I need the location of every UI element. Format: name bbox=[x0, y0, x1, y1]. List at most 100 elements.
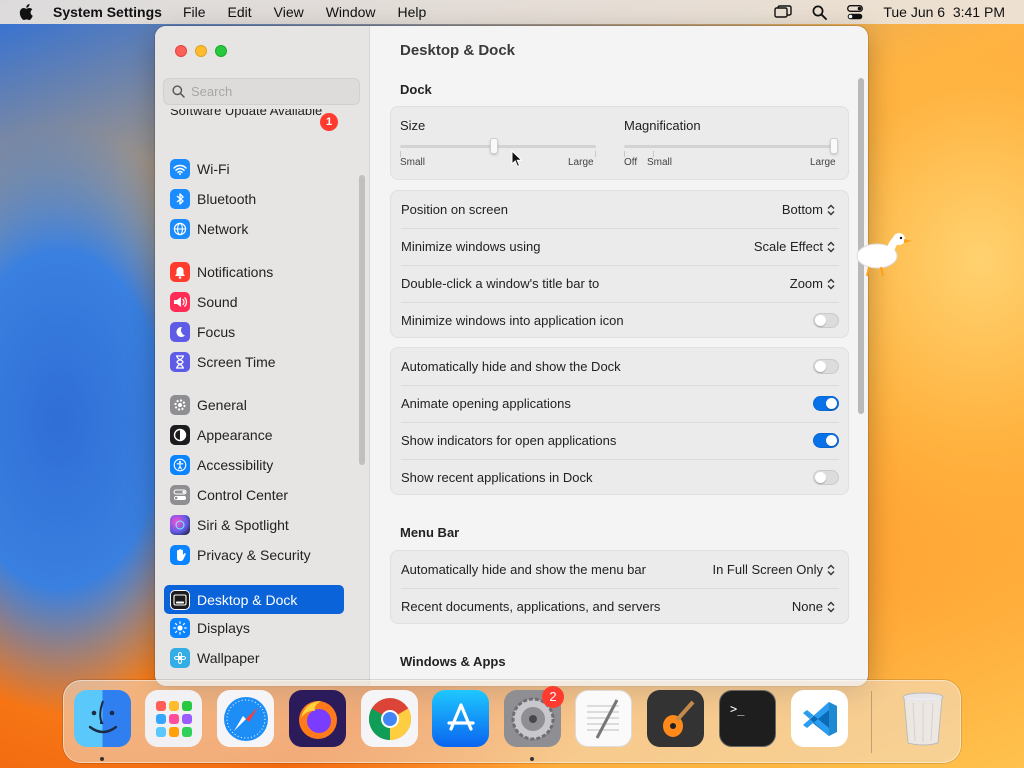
menu-edit[interactable]: Edit bbox=[228, 4, 252, 20]
chrome-icon[interactable] bbox=[361, 690, 418, 747]
trash-icon[interactable] bbox=[894, 690, 951, 747]
search-field[interactable] bbox=[163, 78, 360, 105]
safari-icon[interactable] bbox=[217, 690, 274, 747]
sidebar-item-appearance[interactable]: Appearance bbox=[164, 422, 344, 448]
auto-hide-dock-toggle[interactable] bbox=[813, 359, 839, 374]
gear-icon bbox=[170, 395, 190, 415]
menu-view[interactable]: View bbox=[274, 4, 304, 20]
size-slider[interactable] bbox=[400, 137, 596, 157]
software-update-badge: 1 bbox=[320, 113, 338, 131]
dock-behavior-group: Position on screen Bottom Minimize windo… bbox=[390, 190, 849, 338]
sidebar-item-general[interactable]: General bbox=[164, 392, 344, 418]
sidebar-item-notifications[interactable]: Notifications bbox=[164, 259, 344, 285]
section-title-dock: Dock bbox=[400, 82, 432, 97]
minimize-button[interactable] bbox=[195, 45, 207, 57]
sidebar-item-displays[interactable]: Displays bbox=[164, 615, 344, 641]
menu-window[interactable]: Window bbox=[326, 4, 376, 20]
terminal-icon[interactable]: >_ bbox=[719, 690, 776, 747]
magnification-slider-knob[interactable] bbox=[830, 138, 838, 154]
size-slider-knob[interactable] bbox=[490, 138, 499, 154]
minimize-into-icon-toggle[interactable] bbox=[813, 313, 839, 328]
auto-hide-menubar-row: Automatically hide and show the menu bar… bbox=[401, 551, 839, 588]
show-indicators-row: Show indicators for open applications bbox=[401, 422, 839, 459]
minimize-using-popup[interactable]: Scale Effect bbox=[754, 228, 835, 265]
launchpad-icon[interactable] bbox=[145, 690, 202, 747]
sidebar-item-accessibility[interactable]: Accessibility bbox=[164, 452, 344, 478]
menu-help[interactable]: Help bbox=[398, 4, 427, 20]
size-min-label: Small bbox=[400, 157, 426, 168]
sidebar-item-control-center[interactable]: Control Center bbox=[164, 482, 344, 508]
magnification-label: Magnification bbox=[624, 118, 701, 133]
sidebar-item-sound[interactable]: Sound bbox=[164, 289, 344, 315]
sidebar-item-label: Focus bbox=[197, 324, 236, 340]
minimize-into-icon-label: Minimize windows into application icon bbox=[401, 313, 624, 328]
control-center-icon[interactable] bbox=[847, 4, 864, 20]
sidebar-item-focus[interactable]: Focus bbox=[164, 319, 344, 345]
firefox-icon[interactable] bbox=[289, 690, 346, 747]
animate-opening-label: Animate opening applications bbox=[401, 396, 571, 411]
menu-file[interactable]: File bbox=[183, 4, 206, 20]
menu-app-name[interactable]: System Settings bbox=[53, 4, 162, 20]
magnification-max-label: Large bbox=[810, 157, 836, 168]
sidebar-item-label: Bluetooth bbox=[197, 191, 257, 207]
chevron-updown-icon bbox=[827, 204, 835, 215]
popup-value: In Full Screen Only bbox=[712, 562, 823, 577]
dock-size-group: Size Small Large Magnification Off Small… bbox=[390, 106, 849, 180]
content-pane: Desktop & Dock Dock Size Small Large Mag… bbox=[370, 26, 868, 686]
zoom-button[interactable] bbox=[215, 45, 227, 57]
sidebar: Software Update Available 1 Wi-Fi Blueto… bbox=[155, 26, 370, 686]
wallpaper-icon bbox=[170, 648, 190, 668]
close-button[interactable] bbox=[175, 45, 187, 57]
magnification-slider[interactable] bbox=[624, 137, 838, 157]
size-max-label: Large bbox=[568, 157, 594, 168]
auto-hide-menubar-label: Automatically hide and show the menu bar bbox=[401, 562, 646, 577]
system-settings-badge: 2 bbox=[542, 686, 564, 708]
vscode-icon[interactable] bbox=[791, 690, 848, 747]
sidebar-item-screen-time[interactable]: Screen Time bbox=[164, 349, 344, 375]
recent-items-label: Recent documents, applications, and serv… bbox=[401, 599, 661, 614]
show-recent-row: Show recent applications in Dock bbox=[401, 459, 839, 496]
double-click-row: Double-click a window's title bar to Zoo… bbox=[401, 265, 839, 302]
apple-icon[interactable] bbox=[19, 4, 33, 20]
finder-icon[interactable] bbox=[74, 690, 131, 747]
screen-mirroring-icon[interactable] bbox=[774, 5, 793, 19]
sidebar-scrollbar[interactable] bbox=[359, 175, 365, 465]
double-click-popup[interactable]: Zoom bbox=[790, 265, 835, 302]
software-update-item[interactable]: Software Update Available 1 bbox=[170, 109, 340, 131]
system-settings-icon[interactable]: 2 bbox=[504, 686, 564, 747]
position-on-screen-row: Position on screen Bottom bbox=[401, 191, 839, 228]
sidebar-item-siri-spotlight[interactable]: Siri & Spotlight bbox=[164, 512, 344, 538]
hourglass-icon bbox=[170, 352, 190, 372]
spotlight-icon[interactable] bbox=[812, 5, 828, 20]
accessibility-icon bbox=[170, 455, 190, 475]
sidebar-item-wifi[interactable]: Wi-Fi bbox=[164, 156, 344, 182]
sidebar-item-privacy-security[interactable]: Privacy & Security bbox=[164, 542, 344, 568]
position-on-screen-popup[interactable]: Bottom bbox=[782, 191, 835, 228]
menu-bar: System Settings File Edit View Window He… bbox=[0, 0, 1024, 24]
menu-clock[interactable]: Tue Jun 6 3:41 PM bbox=[883, 4, 1005, 20]
auto-hide-menubar-popup[interactable]: In Full Screen Only bbox=[712, 551, 835, 588]
animate-opening-toggle[interactable] bbox=[813, 396, 839, 411]
show-indicators-toggle[interactable] bbox=[813, 433, 839, 448]
textedit-icon[interactable] bbox=[575, 690, 632, 747]
app-store-icon[interactable] bbox=[432, 690, 489, 747]
sidebar-item-label: Desktop & Dock bbox=[197, 591, 298, 608]
recent-items-popup[interactable]: None bbox=[792, 588, 835, 625]
svg-text:>_: >_ bbox=[730, 702, 745, 716]
sidebar-item-desktop-dock[interactable]: Desktop & Dock bbox=[164, 585, 344, 614]
sidebar-item-label: Siri & Spotlight bbox=[197, 517, 289, 533]
garageband-icon[interactable] bbox=[647, 690, 704, 747]
minimize-using-row: Minimize windows using Scale Effect bbox=[401, 228, 839, 265]
sidebar-item-label: Sound bbox=[197, 294, 238, 310]
dock-running-indicator bbox=[100, 757, 104, 761]
menu-bar-group: Automatically hide and show the menu bar… bbox=[390, 550, 849, 624]
software-update-label: Software Update Available bbox=[170, 109, 323, 118]
appearance-icon bbox=[170, 425, 190, 445]
sidebar-item-bluetooth[interactable]: Bluetooth bbox=[164, 186, 344, 212]
show-recent-toggle[interactable] bbox=[813, 470, 839, 485]
sidebar-list[interactable]: Software Update Available 1 Wi-Fi Blueto… bbox=[155, 109, 370, 686]
sidebar-item-network[interactable]: Network bbox=[164, 216, 344, 242]
sidebar-item-wallpaper[interactable]: Wallpaper bbox=[164, 645, 344, 671]
search-input[interactable] bbox=[191, 84, 351, 99]
chevron-updown-icon bbox=[827, 564, 835, 575]
